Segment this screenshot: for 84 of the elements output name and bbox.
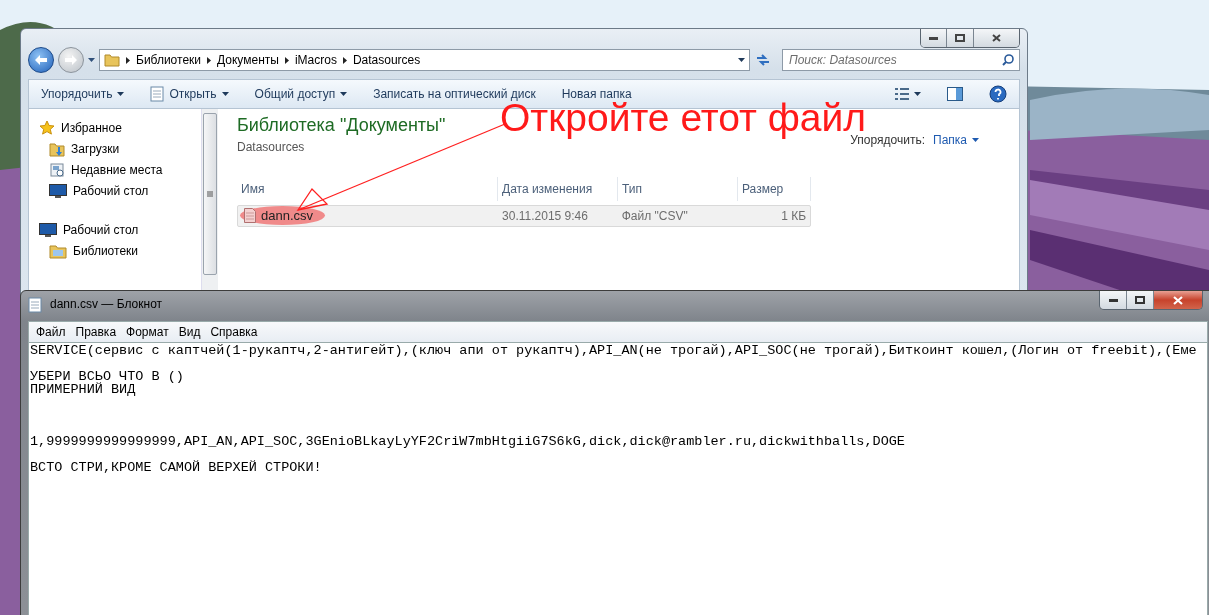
caret-icon	[88, 58, 95, 62]
toolbar-button[interactable]: Упорядочить	[41, 87, 125, 101]
maximize-icon	[1135, 296, 1145, 304]
recent-places-icon	[49, 162, 65, 178]
close-icon	[1173, 295, 1183, 305]
caret-icon	[117, 92, 125, 96]
forward-arrow-icon	[65, 55, 77, 65]
nav-item[interactable]: Недавние места	[39, 161, 201, 179]
toolbar-button[interactable]: Записать на оптический диск	[373, 87, 536, 101]
monitor-icon	[49, 184, 67, 198]
chevron-icon	[126, 56, 130, 64]
column-header[interactable]: Имя	[237, 177, 498, 201]
help-icon[interactable]	[989, 85, 1007, 103]
nav-item[interactable]: Избранное	[39, 119, 201, 137]
text-line: SERVICE(сервис с каптчей(1-рукаптч,2-антигейт),(ключ апи от рукаптч),API_AN(не трогай),API_SOC(не трогай),Биткоинт кошел,(Логин от freebit),(Еме	[30, 343, 1197, 358]
folder-icon	[104, 53, 120, 67]
close-button[interactable]	[1153, 291, 1202, 309]
caret-icon	[914, 92, 921, 96]
menu-item[interactable]: Правка	[70, 325, 122, 339]
scrollbar-thumb[interactable]	[203, 113, 217, 275]
maximize-icon	[955, 34, 965, 42]
text-line: ПРИМЕРНИЙ ВИД	[30, 382, 136, 397]
close-icon	[992, 34, 1001, 42]
chevron-icon	[207, 56, 211, 64]
notepad-icon	[28, 297, 42, 313]
breadcrumb-item[interactable]: Datasources	[352, 53, 421, 67]
chevron-icon	[342, 56, 347, 64]
breadcrumb-item[interactable]: iMacros	[294, 53, 337, 67]
library-title: Библиотека "Документы"	[237, 115, 446, 136]
minimize-icon	[1108, 298, 1118, 302]
file-icon	[244, 208, 256, 223]
nav-item[interactable]: Загрузки	[39, 140, 201, 158]
grip-icon	[207, 191, 213, 197]
text-line: 1,9999999999999999,API_AN,API_SOC,3GEnioBLkayLyYF2CriW7mbHtgiiG7S6kG,dick,dick@rambler.ru,dickwithballs,DOGE	[30, 434, 905, 449]
menu-item[interactable]: Справка	[205, 325, 263, 339]
monitor-icon	[39, 223, 57, 237]
maximize-button[interactable]	[1126, 291, 1153, 309]
arrange-dropdown[interactable]: Папка	[933, 133, 979, 147]
column-header[interactable]: Тип	[618, 177, 738, 201]
preview-pane-icon[interactable]	[947, 87, 963, 101]
menu-item[interactable]: Вид	[173, 325, 206, 339]
file-name: dann.csv	[261, 208, 314, 223]
breadcrumb-item[interactable]: Библиотеки	[136, 53, 201, 67]
caret-icon	[340, 92, 348, 96]
refresh-icon[interactable]	[754, 52, 772, 68]
column-header[interactable]: Дата изменения	[498, 177, 618, 201]
menu-item[interactable]: Файл	[31, 325, 71, 339]
caret-icon	[972, 138, 979, 142]
close-button[interactable]	[973, 29, 1019, 47]
text-area[interactable]	[28, 342, 1208, 615]
address-bar[interactable]: Библиотеки Документы iMacros Datasources	[99, 49, 750, 71]
minimize-icon	[929, 36, 938, 40]
search-icon[interactable]	[1002, 54, 1014, 66]
file-row[interactable]: dann.csv 30.11.2015 9:46 Файл "CSV" 1 КБ	[237, 205, 811, 227]
back-arrow-icon	[35, 55, 47, 65]
star-icon	[39, 120, 55, 136]
download-folder-icon	[49, 141, 65, 157]
minimize-button[interactable]	[921, 29, 946, 47]
table-cell-text: 1 КБ	[780, 209, 807, 223]
list-view-icon	[895, 88, 909, 100]
toolbar-button[interactable]: Общий доступ	[254, 87, 348, 101]
library-subtitle: Datasources	[237, 140, 306, 154]
table-cell-text: Файл "CSV"	[620, 209, 689, 223]
caret-icon	[221, 92, 229, 96]
nav-item[interactable]: Рабочий стол	[39, 182, 201, 200]
nav-item[interactable]: Рабочий стол	[39, 221, 201, 239]
breadcrumb-item[interactable]: Документы	[217, 53, 279, 67]
menu-item[interactable]: Формат	[121, 325, 174, 339]
chevron-icon	[284, 56, 289, 64]
notepad-icon	[150, 86, 165, 102]
library-folder-icon	[49, 243, 67, 259]
text-line: ВСТО СТРИ,КРОМЕ САМОЙ ВЕРХЕЙ СТРОКИ!	[30, 460, 322, 475]
back-button[interactable]	[28, 47, 54, 73]
toolbar-button[interactable]: Открыть	[150, 86, 229, 102]
nav-item[interactable]: Библиотеки	[39, 242, 201, 260]
views-button[interactable]	[895, 88, 921, 100]
column-header[interactable]: Размер	[738, 177, 811, 201]
caret-icon	[738, 58, 745, 62]
search-field[interactable]: Поиск: Datasources	[782, 49, 1020, 71]
table-cell-text: 30.11.2015 9:46	[501, 209, 589, 223]
maximize-button[interactable]	[946, 29, 973, 47]
window-title: dann.csv — Блокнот	[50, 297, 163, 311]
toolbar-button[interactable]: Новая папка	[561, 87, 632, 101]
minimize-button[interactable]	[1100, 291, 1126, 309]
